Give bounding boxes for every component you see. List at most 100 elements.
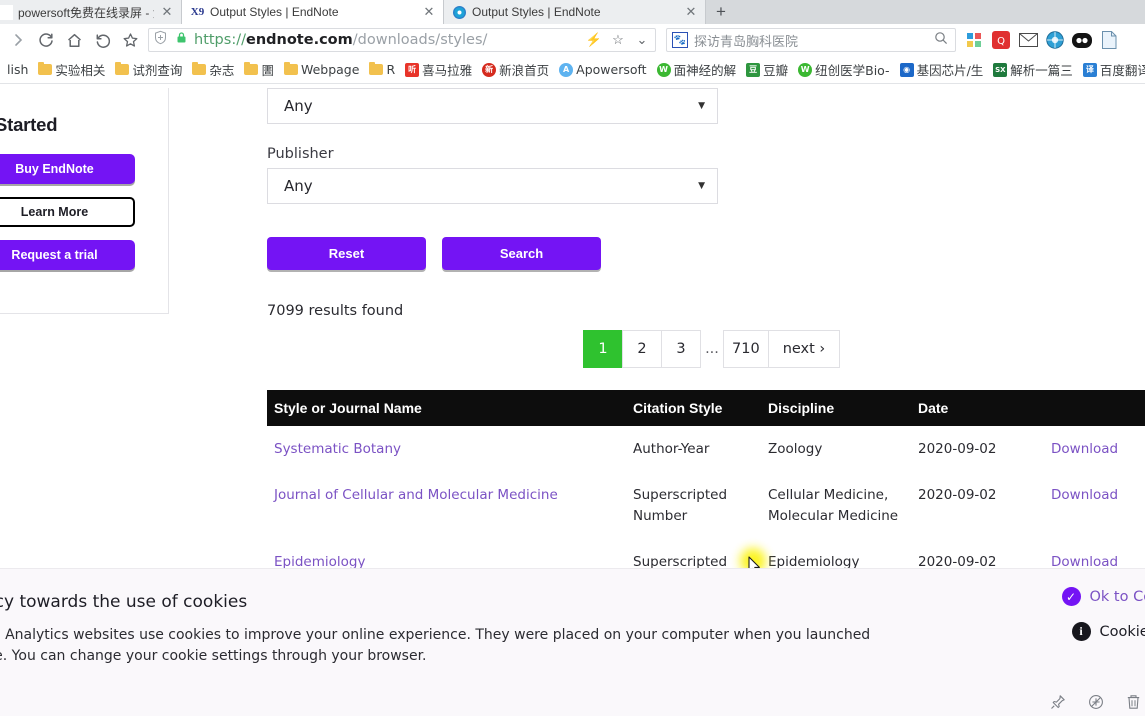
address-bar[interactable]: https://endnote.com/downloads/styles/ ⚡ …	[148, 28, 656, 52]
forward-arrow-icon[interactable]	[4, 26, 32, 54]
wechat-icon: W	[656, 62, 671, 77]
folder-icon	[283, 62, 298, 75]
trash-icon[interactable]	[1126, 694, 1141, 715]
page-button-3[interactable]: 3	[661, 330, 701, 368]
bookmark-label: 纽创医学Bio-	[815, 63, 890, 78]
reload-icon[interactable]	[32, 26, 60, 54]
new-tab-button[interactable]: +	[706, 0, 736, 24]
bookmark-item[interactable]: W 纽创医学Bio-	[793, 58, 894, 81]
panda-icon[interactable]	[1072, 30, 1092, 50]
bookmark-label: Webpage	[300, 62, 360, 77]
results-count: 7099 results found	[267, 303, 404, 319]
url-path: /downloads/styles/	[352, 32, 488, 48]
tab-output-styles-endnote-2[interactable]: Output Styles | EndNote ✕	[444, 0, 706, 24]
circle-plus-icon[interactable]	[1088, 694, 1104, 715]
page-button-1[interactable]: 1	[583, 330, 623, 368]
bookmark-label: 试剂查询	[132, 63, 183, 78]
column-header-discipline: Discipline	[768, 400, 835, 416]
download-link[interactable]: Download	[1051, 441, 1118, 457]
bookmark-item[interactable]: W 面神经的解	[652, 58, 742, 81]
bookmark-item[interactable]: 听喜马拉雅	[400, 58, 477, 81]
publisher-select[interactable]: Any ▼	[267, 168, 718, 204]
lightning-icon[interactable]: ⚡	[585, 32, 603, 48]
bookmark-label: 基因芯片/生	[916, 63, 984, 78]
style-name-link[interactable]: Systematic Botany	[274, 441, 401, 457]
chevron-down-icon[interactable]: ⌄	[633, 32, 651, 48]
learn-more-button[interactable]: Learn More	[0, 197, 135, 227]
tab-powersoft[interactable]: powersoft免费在线录屏 - 免费 ✕	[0, 0, 182, 24]
style-name-link[interactable]: Journal of Cellular and Molecular Medici…	[274, 487, 558, 503]
bookmark-item[interactable]: Webpage	[279, 60, 364, 79]
bookmark-item[interactable]: 豆豆瓣	[741, 58, 793, 81]
chip-icon: ◉	[899, 62, 914, 77]
close-icon[interactable]: ✕	[159, 4, 175, 20]
ok-to-continue-button[interactable]: ✓ Ok to Conti	[1061, 587, 1145, 606]
back-arrow-icon[interactable]	[88, 26, 116, 54]
discipline-select[interactable]: Any ▼	[267, 88, 718, 124]
pin-icon[interactable]	[1050, 694, 1066, 715]
page-button-last[interactable]: 710	[723, 330, 769, 368]
douban-icon: 豆	[746, 62, 761, 77]
page-content: et Started Buy EndNote Learn More Reques…	[0, 88, 1145, 716]
column-header-date: Date	[918, 400, 949, 416]
bookmark-item[interactable]: 实验相关	[33, 58, 110, 81]
bookmark-item[interactable]: 试剂查询	[110, 58, 187, 81]
globe-icon[interactable]	[1045, 30, 1065, 50]
cookie-banner: policy towards the use of cookies rivate…	[0, 568, 1145, 716]
svg-text:Q: Q	[997, 36, 1005, 47]
mail-icon[interactable]	[1018, 30, 1038, 50]
star-icon[interactable]: ☆	[609, 32, 627, 48]
search-button[interactable]: Search	[442, 237, 601, 270]
page-title: et Started	[0, 114, 58, 135]
search-icon[interactable]	[934, 31, 950, 50]
bookmark-item[interactable]: R	[364, 60, 400, 79]
apps-grid-icon[interactable]	[964, 30, 984, 50]
bookmark-star-icon[interactable]	[116, 26, 144, 54]
home-icon[interactable]	[60, 26, 88, 54]
bookmark-item[interactable]: 新新浪首页	[477, 58, 554, 81]
column-header-name: Style or Journal Name	[274, 400, 422, 416]
wechat-icon: W	[798, 62, 813, 77]
download-link[interactable]: Download	[1051, 487, 1118, 503]
next-page-button[interactable]: next ›	[767, 330, 841, 368]
buy-endnote-button[interactable]: Buy EndNote	[0, 154, 135, 184]
browser-toolbar: https://endnote.com/downloads/styles/ ⚡ …	[0, 24, 1145, 56]
chevron-down-icon: ▼	[698, 101, 705, 111]
select-value: Any	[284, 97, 313, 115]
table-row: Journal of Cellular and Molecular Medici…	[267, 472, 1145, 539]
folder-icon	[38, 62, 53, 75]
bookmark-label: 实验相关	[55, 63, 106, 78]
bookmark-item[interactable]: 译百度翻译	[1078, 58, 1145, 81]
close-icon[interactable]: ✕	[421, 4, 437, 20]
folder-icon	[244, 62, 259, 75]
sina-icon: 新	[482, 62, 497, 77]
bookmark-item[interactable]: A Apowersoft	[554, 60, 651, 79]
url-text[interactable]: https://endnote.com/downloads/styles/	[194, 32, 579, 48]
close-icon[interactable]: ✕	[683, 4, 699, 20]
page-icon[interactable]	[1099, 30, 1119, 50]
cookie-policy-label: Cookie Po	[1099, 623, 1145, 640]
bookmark-item[interactable]: ◉ 基因芯片/生	[895, 58, 989, 81]
page-button-2[interactable]: 2	[622, 330, 662, 368]
tab-title: Output Styles | EndNote	[472, 5, 601, 19]
folder-icon	[115, 62, 130, 75]
cookie-banner-body: rivate Analytics websites use cookies to…	[0, 627, 871, 664]
request-a-trial-button[interactable]: Request a trial	[0, 240, 135, 270]
folder-icon	[369, 62, 384, 75]
bookmark-item[interactable]: 杂志	[187, 58, 239, 81]
bookmark-item[interactable]: 圕	[239, 58, 279, 81]
ximalaya-icon: 听	[405, 62, 420, 77]
bookmark-label: 豆瓣	[763, 63, 789, 78]
search-input[interactable]: 探访青岛胸科医院	[694, 31, 928, 50]
bookmark-item[interactable]: SX 解析一篇三	[988, 58, 1078, 81]
cookie-banner-actions: ✓ Ok to Conti i Cookie Po	[1061, 587, 1145, 641]
tab-output-styles-endnote-active[interactable]: X9 Output Styles | EndNote ✕	[182, 0, 444, 24]
shield-icon[interactable]	[153, 30, 169, 50]
cookie-policy-link[interactable]: i Cookie Po	[1071, 622, 1145, 641]
reset-button[interactable]: Reset	[267, 237, 426, 270]
bookmark-label: R	[386, 62, 396, 77]
check-circle-icon: ✓	[1061, 587, 1081, 606]
search-box[interactable]: 🐾 探访青岛胸科医院	[666, 28, 956, 52]
qq-icon[interactable]: Q	[991, 30, 1011, 50]
bookmark-item[interactable]: lish	[2, 60, 33, 79]
